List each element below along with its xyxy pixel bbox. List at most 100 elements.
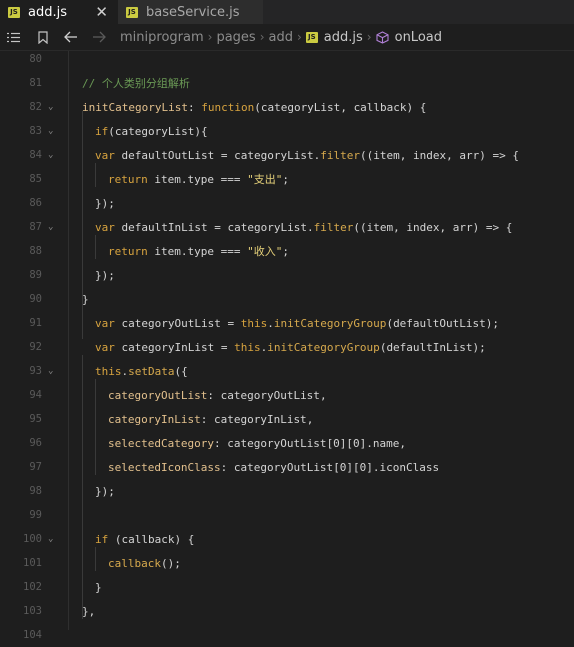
line-number: 83 [29,125,42,137]
code-text: categoryInList: categoryInList, [108,412,314,426]
fold-chevron-icon[interactable]: ⌄ [48,150,60,160]
code-text: if (callback) { [95,532,195,546]
code-text: initCategoryList: function(categoryList,… [82,100,427,114]
line-number: 93 [29,365,42,377]
line-number: 95 [29,413,42,425]
code-line[interactable]: 93 ⌄ this.setData({ [0,359,574,383]
code-text: }); [95,484,115,498]
close-icon[interactable]: ✕ [95,4,108,20]
code-text: if(categoryList){ [95,124,208,138]
line-number: 98 [29,485,42,497]
code-text: categoryOutList: categoryOutList, [108,388,327,402]
breadcrumb-item-miniprogram[interactable]: miniprogram [120,30,204,45]
line-number: 85 [29,173,42,185]
code-line[interactable]: 104 [0,623,574,647]
chevron-right-icon: › [296,30,302,44]
line-number: 101 [23,557,42,569]
code-line[interactable]: 92 var categoryInList = this.initCategory… [0,335,574,359]
breadcrumb-item-symbol[interactable]: onLoad [395,30,442,45]
line-number: 90 [29,293,42,305]
code-text: return item.type === "收入"; [108,245,289,258]
code-line[interactable]: 89}); [0,263,574,287]
code-line[interactable]: 80 [0,47,574,71]
line-number: 102 [23,581,42,593]
tab-baseservice-js[interactable]: JS baseService.js [118,0,264,24]
code-line[interactable]: 100 ⌄ if (callback) { [0,527,574,551]
js-file-icon: JS [8,6,20,18]
code-line[interactable]: 101 callback(); [0,551,574,575]
code-text: var defaultInList = categoryList.filter(… [95,220,513,234]
code-text: var categoryOutList = this.initCategoryG… [95,316,500,330]
line-number: 86 [29,197,42,209]
tab-add-js[interactable]: JS add.js ✕ [0,0,118,24]
forward-arrow-icon[interactable] [92,30,106,44]
js-file-icon: JS [126,6,138,18]
code-text: return item.type === "支出"; [108,173,289,186]
fold-chevron-icon[interactable]: ⌄ [48,102,60,112]
line-number: 88 [29,245,42,257]
fold-chevron-icon[interactable]: ⌄ [48,366,60,376]
code-text: // 个人类别分组解析 [82,77,190,90]
line-number: 91 [29,317,42,329]
list-icon[interactable] [6,30,20,44]
line-number: 81 [29,77,42,89]
code-line[interactable]: 95 categoryInList: categoryInList, [0,407,574,431]
line-number: 99 [29,509,42,521]
code-text: callback(); [108,556,181,570]
line-number: 104 [23,629,42,641]
tab-label: baseService.js [146,4,240,20]
code-text: var defaultOutList = categoryList.filter… [95,148,519,162]
code-text: selectedCategory: categoryOutList[0][0].… [108,436,407,450]
code-line[interactable]: 90} [0,287,574,311]
code-line[interactable]: 102} [0,575,574,599]
line-number: 87 [29,221,42,233]
code-line[interactable]: 82 ⌄ initCategoryList: function(categoryLi… [0,95,574,119]
fold-chevron-icon[interactable]: ⌄ [48,534,60,544]
code-line[interactable]: 94 categoryOutList: categoryOutList, [0,383,574,407]
code-line[interactable]: 86}); [0,191,574,215]
code-line[interactable]: 88 return item.type === "收入"; [0,239,574,263]
code-line[interactable]: 96 selectedCategory: categoryOutList[0][0… [0,431,574,455]
line-number: 103 [23,605,42,617]
chevron-right-icon: › [207,30,213,44]
breadcrumb-item-pages[interactable]: pages [216,30,255,45]
code-line[interactable]: 84 ⌄ var defaultOutList = categoryList.fil… [0,143,574,167]
code-line[interactable]: 103}, [0,599,574,623]
code-line[interactable]: 97 selectedIconClass: categoryOutList[0][… [0,455,574,479]
bookmark-icon[interactable] [36,30,50,44]
code-text: }); [95,268,115,282]
code-line[interactable]: 83 ⌄ if(categoryList){ [0,119,574,143]
line-number: 82 [29,101,42,113]
code-text: selectedIconClass: categoryOutList[0][0]… [108,460,440,474]
tab-bar: JS add.js ✕ JS baseService.js [0,0,574,24]
fold-chevron-icon[interactable]: ⌄ [48,222,60,232]
back-arrow-icon[interactable] [64,30,78,44]
code-text: } [95,580,102,594]
code-line[interactable]: 98}); [0,479,574,503]
fold-chevron-icon[interactable]: ⌄ [48,126,60,136]
js-file-icon: JS [305,31,318,43]
code-line[interactable]: 91 var categoryOutList = this.initCategor… [0,311,574,335]
line-number: 96 [29,437,42,449]
code-editor[interactable]: 80 81 // 个人类别分组解析 82 ⌄ initCategoryList: func… [0,51,574,641]
breadcrumb-item-add[interactable]: add [269,30,293,45]
code-text: }, [82,604,96,618]
line-number: 84 [29,149,42,161]
chevron-right-icon: › [259,30,265,44]
line-number: 80 [29,53,42,65]
code-text: var categoryInList = this.initCategoryGr… [95,340,486,354]
line-number: 89 [29,269,42,281]
code-text: this.setData({ [95,364,188,378]
method-cube-icon [376,30,390,44]
tab-label: add.js [28,4,67,20]
line-number: 97 [29,461,42,473]
code-line[interactable]: 81 // 个人类别分组解析 [0,71,574,95]
code-text: } [82,292,89,306]
code-line[interactable]: 85 return item.type === "支出"; [0,167,574,191]
code-line[interactable]: 87 ⌄ var defaultInList = categoryList.filt… [0,215,574,239]
line-number: 100 [23,533,42,545]
code-line[interactable]: 99 [0,503,574,527]
line-number: 94 [29,389,42,401]
breadcrumb-item-file[interactable]: add.js [324,30,363,45]
line-number: 92 [29,341,42,353]
